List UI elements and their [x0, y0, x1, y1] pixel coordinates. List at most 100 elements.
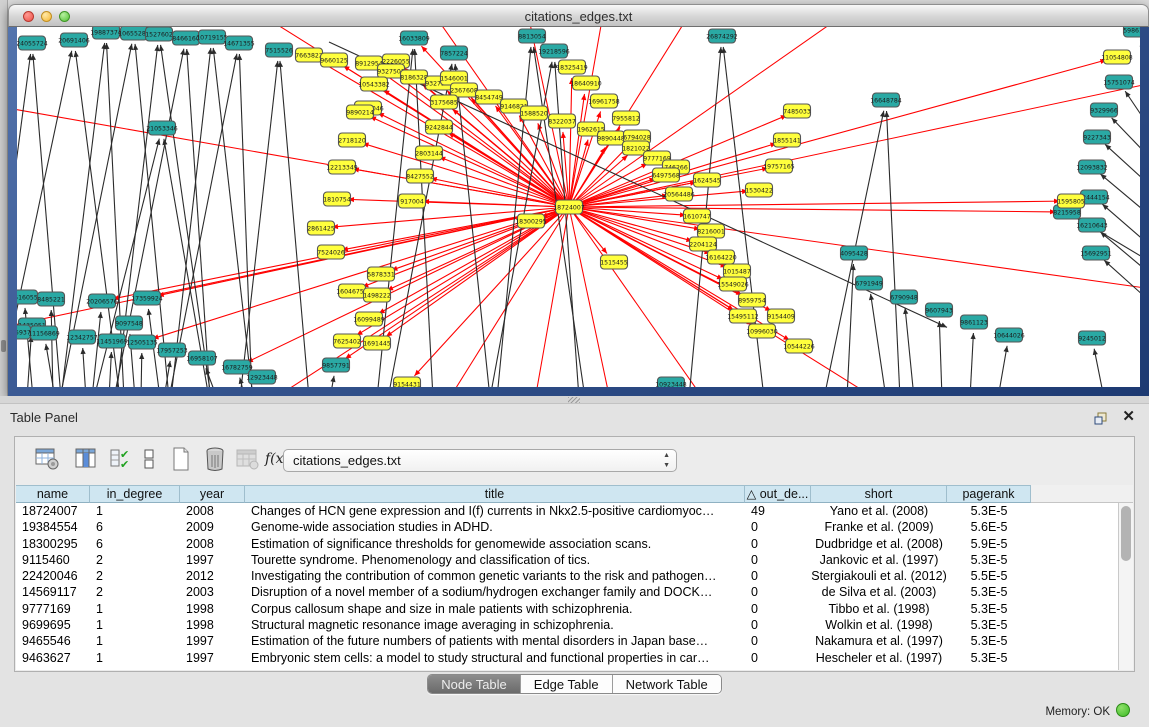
network-node[interactable]: 9329966	[1090, 103, 1118, 117]
network-node[interactable]: 20564486	[663, 187, 695, 201]
network-node[interactable]: 16164220	[705, 250, 737, 264]
network-node[interactable]: 7625402	[333, 334, 361, 348]
network-node[interactable]: 9154431	[393, 377, 421, 387]
network-node[interactable]: 11054808	[1101, 50, 1133, 64]
network-node[interactable]: 19887374	[90, 27, 122, 39]
delete-table-icon[interactable]	[233, 445, 261, 473]
network-canvas[interactable]: 1872400724055724206914061988737410655287…	[17, 27, 1140, 387]
delete-column-icon[interactable]	[201, 445, 229, 473]
network-node[interactable]: 24055724	[17, 36, 48, 50]
memory-status-icon[interactable]	[1116, 703, 1130, 717]
network-node[interactable]: 7857224	[440, 46, 468, 60]
column-header-year[interactable]: year	[180, 485, 245, 503]
network-node[interactable]: 1624545	[693, 173, 721, 187]
network-node[interactable]: 1498222	[363, 288, 391, 302]
column-selection-icon[interactable]: ✔✔	[107, 445, 135, 473]
network-node[interactable]: 26874292	[706, 29, 738, 43]
network-node[interactable]: 18300295	[515, 214, 547, 228]
network-node[interactable]: 10923448	[655, 377, 687, 387]
table-row[interactable]: 911546021997Tourette syndrome. Phenomeno…	[16, 552, 1133, 568]
network-node[interactable]: 18325419	[556, 60, 588, 74]
network-node[interactable]: 1015487	[723, 264, 751, 278]
network-node[interactable]: 9245012	[1078, 331, 1106, 345]
network-node[interactable]: 1691445	[363, 336, 391, 350]
network-node[interactable]: 11156869	[28, 326, 60, 340]
network-node[interactable]: 2718120	[338, 133, 366, 147]
network-node[interactable]: 2803144	[415, 146, 443, 160]
network-node[interactable]: 10996030	[746, 324, 778, 338]
network-node[interactable]: 6790948	[890, 290, 918, 304]
network-node[interactable]: 7515526	[265, 43, 293, 57]
network-node[interactable]: 1810754	[323, 192, 351, 206]
network-node[interactable]: 2516055	[17, 290, 38, 304]
horizontal-split-divider[interactable]	[0, 396, 1149, 404]
network-node[interactable]: 20691406	[58, 33, 90, 47]
network-node[interactable]: 9154409	[767, 309, 795, 323]
network-node[interactable]: 5986124	[1123, 27, 1140, 37]
network-node[interactable]: 10644026	[993, 328, 1025, 342]
tab-edge-table[interactable]: Edge Table	[520, 675, 612, 693]
network-node[interactable]: 10543382	[358, 77, 390, 91]
table-row[interactable]: 946554611997Estimation of the future num…	[16, 633, 1133, 649]
network-node[interactable]: 12093832	[1076, 160, 1108, 174]
network-node[interactable]: 6791949	[855, 276, 883, 290]
column-header-pagerank[interactable]: pagerank	[947, 485, 1031, 503]
network-node[interactable]: 1515455	[600, 255, 628, 269]
table-row[interactable]: 2242004622012Investigating the contribut…	[16, 568, 1133, 584]
left-split-divider[interactable]	[0, 0, 8, 396]
network-canvas-svg[interactable]: 1872400724055724206914061988737410655287…	[17, 27, 1140, 387]
column-header-title[interactable]: title	[245, 485, 745, 503]
network-node[interactable]: 16782759	[221, 360, 253, 374]
row-height-icon[interactable]	[135, 445, 163, 473]
network-node[interactable]: 10544226	[783, 339, 815, 353]
network-node[interactable]: 1527602	[145, 27, 173, 41]
network-node[interactable]: 6497568	[652, 168, 680, 182]
vertical-scrollbar[interactable]	[1118, 503, 1133, 670]
network-node[interactable]: 1530422	[745, 183, 773, 197]
table-row[interactable]: 1938455462009Genome-wide association stu…	[16, 519, 1133, 535]
network-node[interactable]: 7955812	[612, 111, 640, 125]
network-node[interactable]: 9861123	[960, 315, 988, 329]
network-node[interactable]: 9227343	[1083, 130, 1111, 144]
network-node[interactable]: 8959754	[738, 293, 766, 307]
network-node[interactable]: 9890214	[346, 105, 374, 119]
network-node[interactable]: 16210643	[1076, 218, 1108, 232]
panel-close-icon[interactable]: ✕	[1122, 407, 1135, 425]
column-header-in_degree[interactable]: in_degree	[90, 485, 180, 503]
network-node[interactable]: 15549026	[717, 277, 749, 291]
network-node[interactable]: 12505135	[126, 335, 158, 349]
network-node[interactable]: 11451969	[96, 334, 128, 348]
network-node[interactable]: 9660125	[320, 53, 348, 67]
network-node[interactable]: 7485033	[783, 104, 811, 118]
divider-grip-icon[interactable]	[1, 340, 6, 352]
tab-network-table[interactable]: Network Table	[612, 675, 721, 693]
network-node[interactable]: 17359924	[131, 291, 163, 305]
float-window-icon[interactable]	[1093, 410, 1109, 426]
network-node[interactable]: 16961758	[588, 94, 620, 108]
network-node[interactable]: 16648784	[870, 93, 902, 107]
network-node[interactable]: 15751074	[1103, 75, 1135, 89]
network-node[interactable]: 9890448	[597, 131, 625, 145]
table-row[interactable]: 977716911998Corpus callosum shape and si…	[16, 601, 1133, 617]
network-node[interactable]: 9857791	[322, 358, 350, 372]
network-node[interactable]: 8427552	[406, 169, 434, 183]
table-select-dropdown[interactable]: citations_edges.txt ▲▼	[283, 449, 677, 472]
network-node[interactable]: 1595805	[1057, 194, 1085, 208]
network-node[interactable]: 19757165	[763, 159, 795, 173]
network-node[interactable]: 917004	[399, 194, 426, 208]
table-mode-icon[interactable]	[33, 445, 61, 473]
network-node[interactable]: 1588520	[520, 106, 548, 120]
table-row[interactable]: 969969511998Structural magnetic resonanc…	[16, 617, 1133, 633]
column-header-short[interactable]: short	[811, 485, 947, 503]
network-node[interactable]: 9607943	[925, 303, 953, 317]
network-node[interactable]: 8813054	[518, 29, 546, 43]
network-node[interactable]: 4095428	[840, 246, 868, 260]
network-node[interactable]: 16033809	[398, 31, 430, 45]
network-node[interactable]: 21053346	[146, 121, 178, 135]
scrollbar-thumb[interactable]	[1121, 506, 1131, 561]
network-node[interactable]: 9242844	[425, 120, 453, 134]
network-node[interactable]: 19218596	[538, 44, 570, 58]
table-row[interactable]: 1872400712008Changes of HCN gene express…	[16, 503, 1133, 519]
network-node[interactable]: 8485221	[37, 292, 65, 306]
network-node[interactable]: 3175685	[430, 95, 458, 109]
